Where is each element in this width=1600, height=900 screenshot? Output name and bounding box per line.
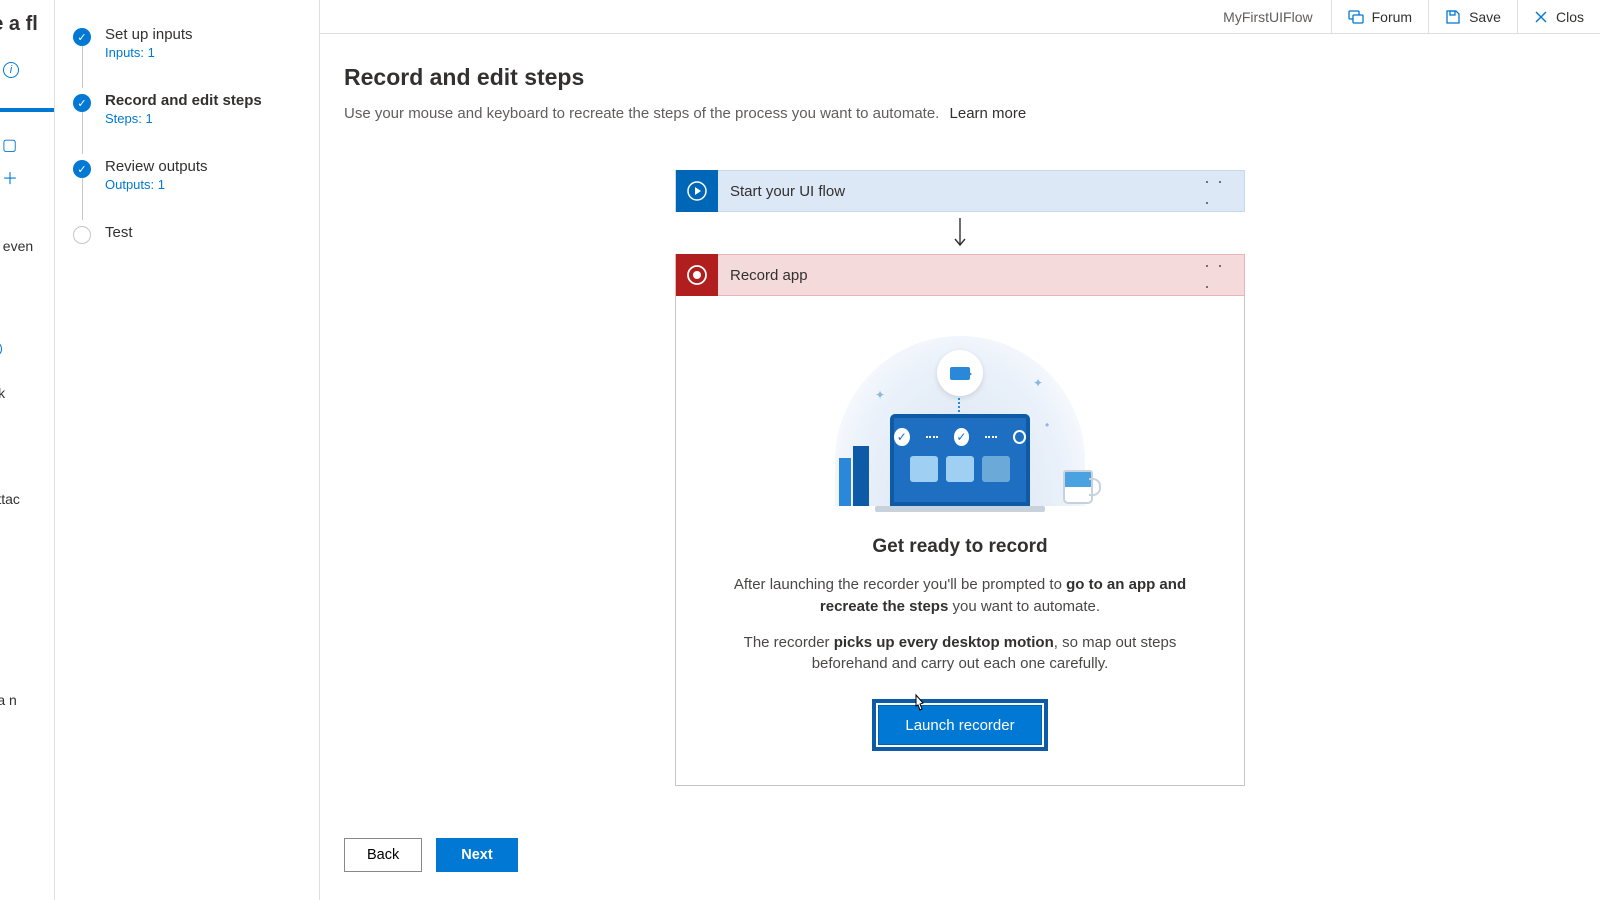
- step-sublabel[interactable]: Outputs: 1: [105, 177, 208, 192]
- grid-icon[interactable]: ▢: [2, 135, 55, 155]
- stepper-sidebar: ✓ Set up inputs Inputs: 1 ✓ Record and e…: [55, 0, 320, 900]
- more-icon[interactable]: · · ·: [1204, 171, 1232, 213]
- save-label: Save: [1469, 9, 1501, 25]
- step-done-icon: ✓: [73, 160, 91, 178]
- tab-underline: [0, 108, 55, 112]
- step-outputs[interactable]: ✓ Review outputs Outputs: 1: [73, 158, 301, 224]
- plus-icon[interactable]: ＋: [2, 165, 55, 189]
- step-connector: [82, 178, 83, 220]
- info-icon[interactable]: i: [3, 62, 19, 78]
- step-inputs[interactable]: ✓ Set up inputs Inputs: 1: [73, 26, 301, 92]
- close-label: Clos: [1556, 9, 1584, 25]
- page-heading: Record and edit steps: [344, 64, 1576, 91]
- more-icon[interactable]: · · ·: [1204, 255, 1232, 297]
- step-pending-icon: [73, 226, 91, 244]
- record-illustration: ✦ ✦ • ✓✓: [815, 318, 1105, 518]
- text-fragment: te work: [0, 385, 5, 401]
- play-icon: [676, 170, 718, 212]
- step-connector: [82, 46, 83, 88]
- card-title: Start your UI flow: [730, 183, 845, 200]
- step-label: Record and edit steps: [105, 92, 262, 109]
- camera-icon: [937, 350, 983, 396]
- card-title: Record app: [730, 267, 808, 284]
- forum-button[interactable]: Forum: [1331, 0, 1428, 34]
- step-record[interactable]: ✓ Record and edit steps Steps: 1: [73, 92, 301, 158]
- record-app-card[interactable]: Record app · · ·: [675, 254, 1245, 296]
- close-button[interactable]: Clos: [1517, 0, 1600, 34]
- record-paragraph-1: After launching the recorder you'll be p…: [716, 574, 1204, 618]
- step-done-icon: ✓: [73, 94, 91, 112]
- flow-arrow: [675, 212, 1245, 254]
- forum-label: Forum: [1372, 9, 1412, 25]
- page-description: Use your mouse and keyboard to recreate …: [344, 105, 1576, 122]
- step-test[interactable]: Test: [73, 224, 301, 273]
- step-connector: [82, 112, 83, 154]
- close-icon: [1534, 10, 1548, 24]
- flow-canvas: Start your UI flow · · · Record app · · …: [675, 170, 1245, 786]
- step-sublabel[interactable]: Inputs: 1: [105, 45, 193, 60]
- step-label: Test: [105, 224, 133, 241]
- save-button[interactable]: Save: [1428, 0, 1517, 34]
- info-icon[interactable]: i: [0, 341, 2, 357]
- step-done-icon: ✓: [73, 28, 91, 46]
- launch-focus-ring: Launch recorder: [872, 699, 1047, 751]
- text-fragment: mail attac: [0, 491, 20, 507]
- learn-more-link[interactable]: Learn more: [950, 105, 1027, 122]
- nav-left-partial: ake a fl i ▢ ＋ mated even late i te work…: [0, 0, 55, 900]
- next-button[interactable]: Next: [436, 838, 517, 872]
- text-fragment: late i: [0, 340, 2, 357]
- flow-name: MyFirstUIFlow: [1205, 9, 1330, 25]
- page-title-fragment: ake a fl: [0, 13, 38, 36]
- save-icon: [1445, 9, 1461, 25]
- step-label: Review outputs: [105, 158, 208, 175]
- record-icon: [676, 254, 718, 296]
- back-button[interactable]: Back: [344, 838, 422, 872]
- topbar: MyFirstUIFlow Forum Save Clos: [320, 0, 1600, 34]
- mini-icons: ▢ ＋: [0, 135, 55, 199]
- step-sublabel[interactable]: Steps: 1: [105, 111, 262, 126]
- text-fragment: mated even: [0, 238, 33, 254]
- start-flow-card[interactable]: Start your UI flow · · ·: [675, 170, 1245, 212]
- description-text: Use your mouse and keyboard to recreate …: [344, 105, 939, 122]
- record-panel: ✦ ✦ • ✓✓ Get ready to record: [675, 296, 1245, 786]
- chat-icon: [1348, 9, 1364, 25]
- wizard-footer: Back Next: [320, 820, 1600, 900]
- main-panel: MyFirstUIFlow Forum Save Clos: [320, 0, 1600, 900]
- text-fragment: email a n: [0, 692, 17, 708]
- step-label: Set up inputs: [105, 26, 193, 43]
- app-root: ake a fl i ▢ ＋ mated even late i te work…: [0, 0, 1600, 900]
- record-paragraph-2: The recorder picks up every desktop moti…: [716, 632, 1204, 676]
- content-area: Record and edit steps Use your mouse and…: [320, 34, 1600, 820]
- record-title: Get ready to record: [716, 536, 1204, 558]
- launch-recorder-button[interactable]: Launch recorder: [878, 705, 1041, 745]
